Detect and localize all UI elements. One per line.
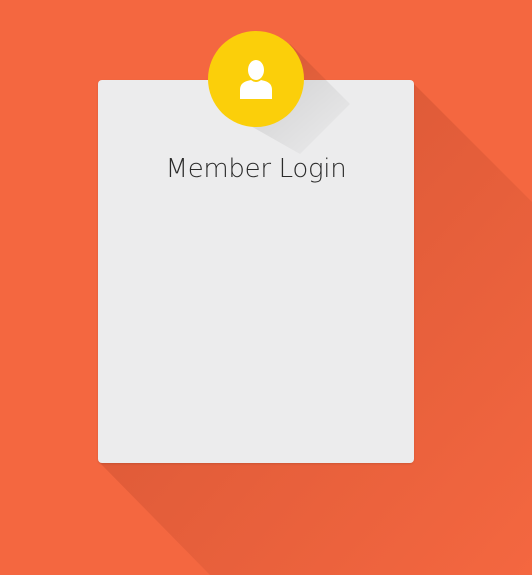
user-icon (240, 60, 272, 99)
avatar-badge (208, 31, 304, 127)
login-title: Member Login (165, 154, 347, 184)
login-card: Member Login (98, 80, 414, 463)
